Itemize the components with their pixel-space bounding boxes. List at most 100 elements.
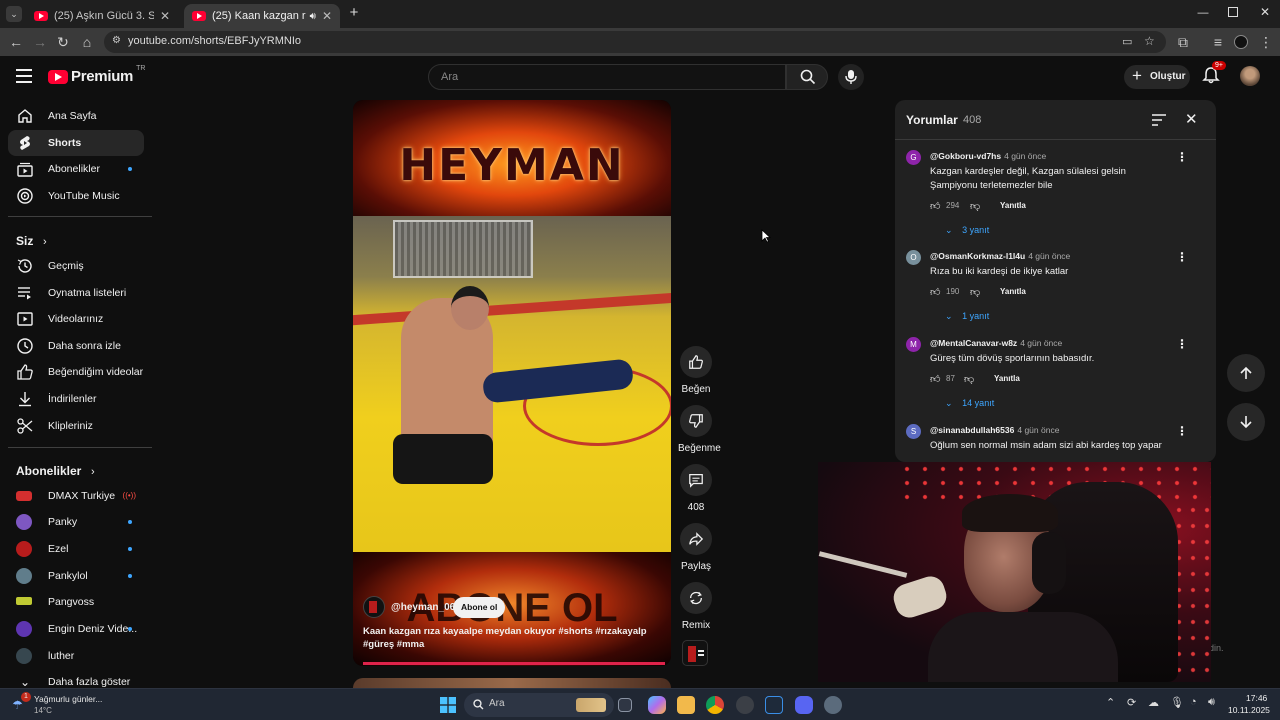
thumbs-up-icon[interactable]: 👍︎ xyxy=(930,200,940,212)
vscode-icon[interactable] xyxy=(765,696,783,714)
share-button[interactable] xyxy=(680,523,712,555)
subscriptions-section-header[interactable]: Abonelikler › xyxy=(16,463,95,478)
search-button[interactable] xyxy=(786,64,828,90)
notifications-button[interactable]: 9+ xyxy=(1202,61,1226,86)
sidebar-channel-ezel[interactable]: Ezel xyxy=(8,536,144,562)
new-tab-button[interactable]: + xyxy=(346,5,362,21)
start-button[interactable] xyxy=(440,697,456,713)
taskbar-search[interactable]: Ara xyxy=(464,693,614,717)
more-options-icon[interactable]: ⋮ xyxy=(1176,250,1188,264)
subscribe-button[interactable]: Abone ol xyxy=(453,597,506,618)
view-replies-button[interactable]: ⌄ 1 yanıt xyxy=(945,307,989,322)
weather-widget[interactable]: ☂ 1 Yağmurlu günler... 14°C xyxy=(8,692,128,718)
video-progress-bar[interactable] xyxy=(363,662,665,665)
sidebar-item-shorts[interactable]: Shorts xyxy=(8,130,144,156)
sidebar-item-downloads[interactable]: İndirilenler xyxy=(8,386,144,412)
comment-author-name[interactable]: @sinanabdullah6536 xyxy=(930,425,1014,435)
clock-time[interactable]: 17:46 xyxy=(1246,693,1267,703)
sidebar-item-liked-videos[interactable]: Beğendiğim videolar xyxy=(8,359,144,385)
clock-date[interactable]: 10.11.2025 xyxy=(1228,705,1270,715)
wifi-tray-icon[interactable]: ◔ xyxy=(1190,696,1197,708)
avatar[interactable]: G xyxy=(906,150,921,165)
cloud-tray-icon[interactable]: ☁ xyxy=(1148,696,1159,709)
url-bar[interactable]: ⚙︎ youtube.com/shorts/EBFJyYRMNIo ▭ ☆ xyxy=(104,31,1166,53)
close-icon[interactable]: ✕ xyxy=(1185,110,1198,128)
more-options-icon[interactable]: ⋮ xyxy=(1176,424,1188,438)
comment-author-name[interactable]: @Gokboru-vd7hs xyxy=(930,151,1001,161)
comments-action[interactable]: 408 xyxy=(678,464,714,513)
sidebar-channel-panky[interactable]: Panky xyxy=(8,509,144,535)
thumbs-up-icon[interactable]: 👍︎ xyxy=(930,286,940,298)
comment-author[interactable]: @OsmanKorkmaz-l1l4u 4 gün önce xyxy=(930,251,1070,261)
sidebar-item-playlists[interactable]: Oynatma listeleri xyxy=(8,280,144,306)
sidebar-channel-pankylol[interactable]: Pankylol xyxy=(8,563,144,589)
reload-icon[interactable]: ↻ xyxy=(55,34,71,50)
account-avatar[interactable] xyxy=(1240,66,1260,86)
sidebar-item-history[interactable]: Geçmiş xyxy=(8,253,144,279)
hamburger-menu-icon[interactable] xyxy=(16,69,32,83)
steam-icon[interactable] xyxy=(824,696,842,714)
browser-menu-icon[interactable]: ⋮ xyxy=(1258,34,1274,50)
avatar[interactable]: S xyxy=(906,424,921,439)
dislike-button[interactable] xyxy=(680,405,712,437)
browser-tab-1[interactable]: (25) Aşkın Gücü 3. Sezon 4. Bölü ✕ xyxy=(26,4,178,28)
you-section-header[interactable]: Siz › xyxy=(16,233,47,248)
comment-author[interactable]: @MentalCanavar-w8z 4 gün önce xyxy=(930,338,1062,348)
browser-tab-2[interactable]: (25) Kaan kazgan rıza kayaalp 🔊︎ ✕ xyxy=(184,4,340,28)
sidebar-item-your-videos[interactable]: Videolarınız xyxy=(8,306,144,332)
remix-action[interactable]: Remix xyxy=(678,582,714,631)
site-info-icon[interactable]: ⚙︎ xyxy=(112,35,121,46)
discord-icon[interactable] xyxy=(795,696,813,714)
bookmark-star-icon[interactable]: ☆ xyxy=(1144,34,1155,48)
more-options-icon[interactable]: ⋮ xyxy=(1176,337,1188,351)
sidebar-item-watch-later[interactable]: Daha sonra izle xyxy=(8,333,144,359)
thumbs-down-icon[interactable]: 👎︎ xyxy=(970,286,980,298)
media-controls-icon[interactable]: ≡ xyxy=(1210,34,1226,50)
avatar[interactable]: M xyxy=(906,337,921,352)
view-replies-button[interactable]: ⌄ 3 yanıt xyxy=(945,221,989,236)
reply-button[interactable]: Yanıtla xyxy=(994,374,1020,383)
comment-author[interactable]: @Gokboru-vd7hs 4 gün önce xyxy=(930,151,1046,161)
search-box[interactable]: Ara xyxy=(428,64,786,90)
reply-button[interactable]: Yanıtla xyxy=(1000,201,1026,210)
like-button[interactable] xyxy=(680,346,712,378)
reply-button[interactable]: Yanıtla xyxy=(1000,287,1026,296)
sidebar-channel-engin-deniz[interactable]: Engin Deniz Vide... xyxy=(8,616,144,642)
show-hidden-icons[interactable]: ⌃ xyxy=(1106,696,1115,709)
cast-icon[interactable]: ▭ xyxy=(1122,35,1132,48)
avatar[interactable]: O xyxy=(906,250,921,265)
search-input[interactable]: Ara xyxy=(441,71,458,83)
view-replies-button[interactable]: ⌄ 14 yanıt xyxy=(945,394,994,409)
channel-avatar[interactable] xyxy=(363,596,385,618)
next-short-button[interactable] xyxy=(1227,403,1265,441)
sidebar-channel-pangvoss[interactable]: Pangvoss xyxy=(8,589,144,615)
thumbs-down-icon[interactable]: 👎︎ xyxy=(964,373,974,385)
chrome-icon[interactable] xyxy=(706,696,724,714)
task-view-icon[interactable] xyxy=(618,698,632,712)
comment-author[interactable]: @sinanabdullah6536 4 gün önce xyxy=(930,425,1059,435)
like-action[interactable]: Beğen xyxy=(678,346,714,395)
browser-app-icon[interactable] xyxy=(736,696,754,714)
comments-button[interactable] xyxy=(680,464,712,496)
sidebar-item-subscriptions[interactable]: Abonelikler xyxy=(8,156,144,182)
thumbs-down-icon[interactable]: 👎︎ xyxy=(970,200,980,212)
share-action[interactable]: Paylaş xyxy=(678,523,714,572)
back-icon[interactable]: ← xyxy=(8,34,24,50)
tab-list-button[interactable]: ⌄ xyxy=(6,6,22,22)
sort-icon[interactable] xyxy=(1152,114,1166,126)
sidebar-item-clips[interactable]: Klipleriniz xyxy=(8,413,144,439)
voice-search-button[interactable] xyxy=(838,64,864,90)
create-button[interactable]: + Oluştur xyxy=(1124,65,1190,89)
copilot-icon[interactable] xyxy=(648,696,666,714)
profile-avatar[interactable] xyxy=(1234,35,1248,49)
channel-name[interactable]: @heyman_06 xyxy=(391,602,455,613)
close-window-icon[interactable]: ✕ xyxy=(1258,5,1272,19)
network-tray-icon[interactable]: ⟳ xyxy=(1127,696,1136,709)
close-tab-icon[interactable]: ✕ xyxy=(154,9,170,23)
previous-short-button[interactable] xyxy=(1227,354,1265,392)
restore-icon[interactable] xyxy=(1228,7,1238,17)
sidebar-item-home[interactable]: Ana Sayfa xyxy=(8,103,144,129)
volume-tray-icon[interactable]: 🔊︎ xyxy=(1208,696,1215,709)
sound-thumbnail[interactable] xyxy=(682,640,708,666)
youtube-premium-logo[interactable]: Premium TR xyxy=(48,65,145,85)
